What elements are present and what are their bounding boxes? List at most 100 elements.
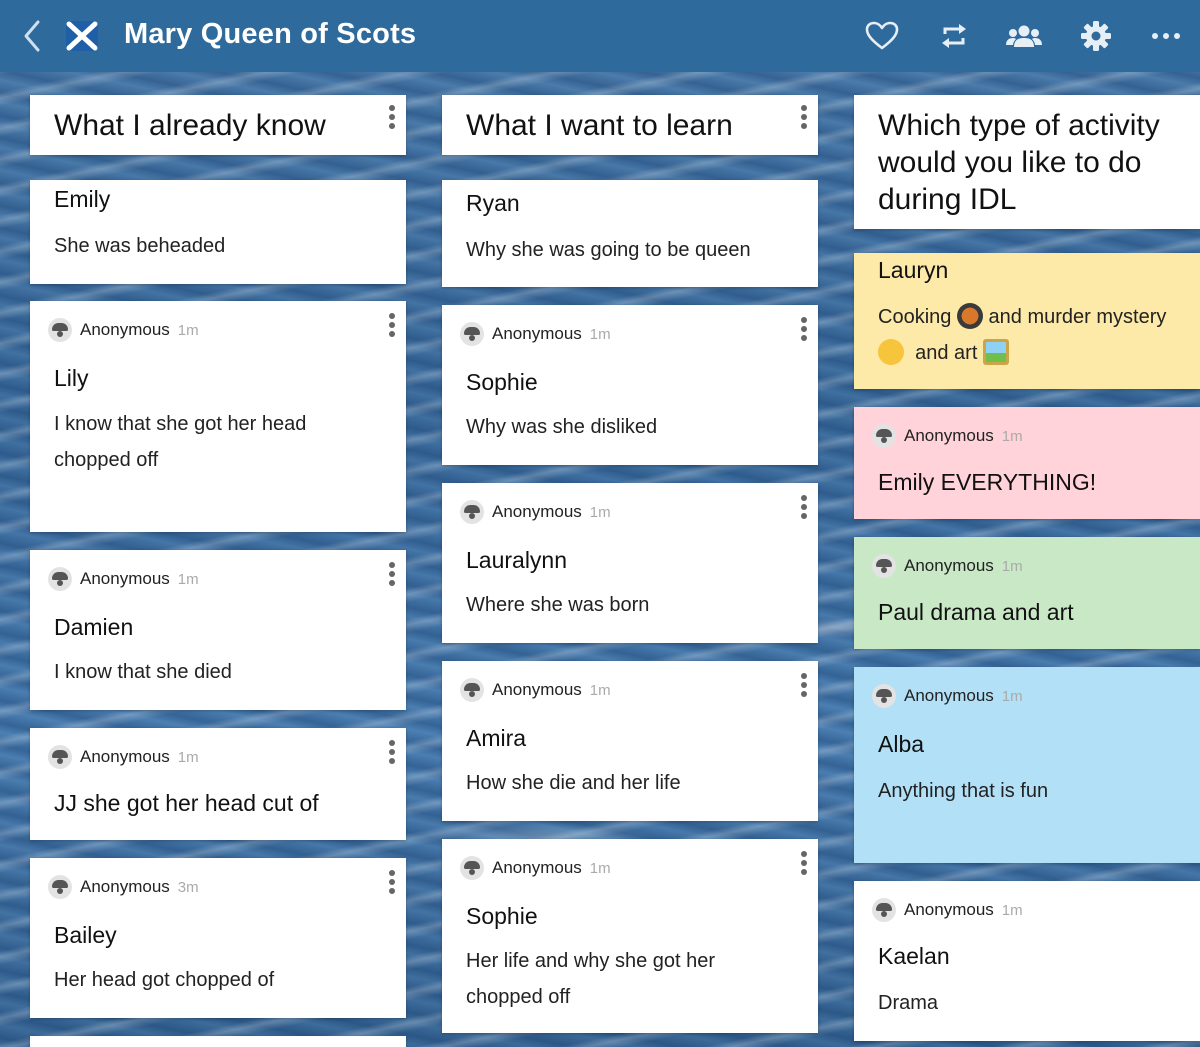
- body-text: and art: [915, 342, 978, 364]
- post-time: 1m: [1001, 901, 1023, 919]
- cooking-pan-emoji: [956, 303, 983, 329]
- body-text: and murder mystery: [988, 306, 1167, 328]
- more-vertical-icon[interactable]: [386, 870, 398, 900]
- avatar: [460, 678, 484, 702]
- more-vertical-icon[interactable]: [386, 562, 398, 592]
- post-title: Damien: [54, 614, 134, 640]
- post-body: Why was she disliked: [466, 416, 658, 438]
- post-meta: Anonymous 1m: [872, 423, 1023, 449]
- post-meta: Anonymous 1m: [872, 683, 1023, 709]
- avatar: [48, 567, 72, 591]
- post-meta: Anonymous 1m: [460, 677, 611, 703]
- post-body: Cooking and murder mystery and art: [878, 299, 1190, 371]
- more-vertical-icon[interactable]: [798, 317, 810, 347]
- post-title: Kaelan: [878, 943, 950, 969]
- post-author: Anonymous: [80, 747, 170, 766]
- more-vertical-icon[interactable]: [798, 851, 810, 881]
- post-body: Drama: [878, 992, 939, 1014]
- post-card[interactable]: Anonymous 1m Sophie Why was she disliked: [442, 305, 818, 465]
- post-title: Emily: [54, 186, 111, 212]
- column-header: Which type of activity would you like to…: [854, 95, 1200, 229]
- post-meta: Anonymous 1m: [872, 897, 1023, 923]
- post-card[interactable]: Anonymous 1m Lauralynn Where she was bor…: [442, 483, 818, 643]
- more-vertical-icon[interactable]: [386, 313, 398, 343]
- post-card[interactable]: Anonymous 1m JJ she got her head cut of: [30, 728, 406, 840]
- post-card[interactable]: Lauryn Cooking and murder mystery and ar…: [854, 253, 1200, 389]
- post-time: 1m: [589, 859, 611, 877]
- more-horizontal-icon[interactable]: [1148, 18, 1184, 54]
- remix-icon[interactable]: [936, 18, 972, 54]
- post-body: Anything that is fun: [878, 780, 1049, 802]
- more-vertical-icon[interactable]: [798, 673, 810, 703]
- post-meta: Anonymous 1m: [460, 321, 611, 347]
- post-meta: Anonymous 3m: [48, 874, 199, 900]
- post-card[interactable]: Anonymous 1m Lily I know that she got he…: [30, 301, 406, 532]
- post-time: 1m: [177, 748, 199, 766]
- post-title: Ryan: [466, 190, 520, 216]
- gear-icon[interactable]: [1078, 18, 1114, 54]
- scotland-flag-icon: [66, 21, 98, 51]
- body-text: Cooking: [878, 306, 952, 328]
- avatar: [460, 500, 484, 524]
- framed-picture-emoji: [982, 339, 1009, 365]
- members-icon[interactable]: [1006, 18, 1042, 54]
- post-card[interactable]: Anonymous 3m Bailey Her head got chopped…: [30, 858, 406, 1018]
- post-title: Alba: [878, 731, 925, 757]
- post-title: Bailey: [54, 922, 117, 948]
- post-title: Lauryn: [878, 257, 949, 283]
- post-author: Anonymous: [904, 556, 994, 575]
- post-title: Amira: [466, 725, 527, 751]
- post-body: Why she was going to be queen: [466, 239, 751, 261]
- column-header: What I already know: [30, 95, 406, 155]
- post-time: 1m: [589, 681, 611, 699]
- post-meta: Anonymous 1m: [460, 855, 611, 881]
- post-time: 3m: [177, 878, 199, 896]
- avatar: [460, 322, 484, 346]
- post-title: JJ she got her head cut of: [54, 790, 319, 816]
- more-vertical-icon[interactable]: [386, 105, 398, 135]
- post-time: 1m: [589, 325, 611, 343]
- post-card[interactable]: Anonymous 1m Sophie Her life and why she…: [442, 839, 818, 1033]
- post-card[interactable]: Anonymous 1m Paul drama and art: [854, 537, 1200, 649]
- post-card[interactable]: Ryan Why she was going to be queen: [442, 180, 818, 287]
- more-vertical-icon[interactable]: [798, 105, 810, 135]
- post-meta: Anonymous 1m: [872, 553, 1023, 579]
- post-time: 1m: [177, 570, 199, 588]
- post-card[interactable]: Emily She was beheaded: [30, 180, 406, 284]
- post-card[interactable]: Anonymous 1m Alba Anything that is fun: [854, 667, 1200, 863]
- post-card[interactable]: Anonymous 1m Kaelan Drama: [854, 881, 1200, 1041]
- avatar: [872, 424, 896, 448]
- post-body: Her life and why she got her chopped off: [466, 950, 716, 1008]
- post-card[interactable]: Anonymous 1m Damien I know that she died: [30, 550, 406, 710]
- post-body: Where she was born: [466, 594, 650, 616]
- avatar: [872, 554, 896, 578]
- post-time: 1m: [589, 503, 611, 521]
- more-vertical-icon[interactable]: [386, 740, 398, 770]
- post-body: She was beheaded: [54, 235, 226, 257]
- avatar: [872, 684, 896, 708]
- post-title: Sophie: [466, 903, 538, 929]
- post-author: Anonymous: [904, 426, 994, 445]
- post-card[interactable]: Anonymous 1m Amira How she die and her l…: [442, 661, 818, 821]
- post-meta: Anonymous 1m: [48, 744, 199, 770]
- post-meta: Anonymous 1m: [460, 499, 611, 525]
- page-title: Mary Queen of Scots: [124, 18, 417, 50]
- post-body: I know that she got her head chopped off: [54, 413, 307, 471]
- post-author: Anonymous: [492, 502, 582, 521]
- column-title: Which type of activity would you like to…: [878, 109, 1160, 216]
- post-author: Anonymous: [492, 858, 582, 877]
- post-author: Anonymous: [80, 877, 170, 896]
- post-author: Anonymous: [904, 686, 994, 705]
- back-chevron-icon[interactable]: [18, 18, 48, 54]
- column-header: What I want to learn: [442, 95, 818, 155]
- more-vertical-icon[interactable]: [798, 495, 810, 525]
- post-body: How she die and her life: [466, 772, 681, 794]
- post-time: 1m: [1001, 427, 1023, 445]
- heart-icon[interactable]: [864, 18, 900, 54]
- top-bar: Mary Queen of Scots: [0, 0, 1200, 72]
- post-card[interactable]: Anonymous 1m Emily EVERYTHING!: [854, 407, 1200, 519]
- post-meta: Anonymous 1m: [48, 566, 199, 592]
- post-title: Lauralynn: [466, 547, 568, 573]
- post-title: Paul drama and art: [878, 599, 1074, 625]
- post-card[interactable]: [30, 1036, 406, 1047]
